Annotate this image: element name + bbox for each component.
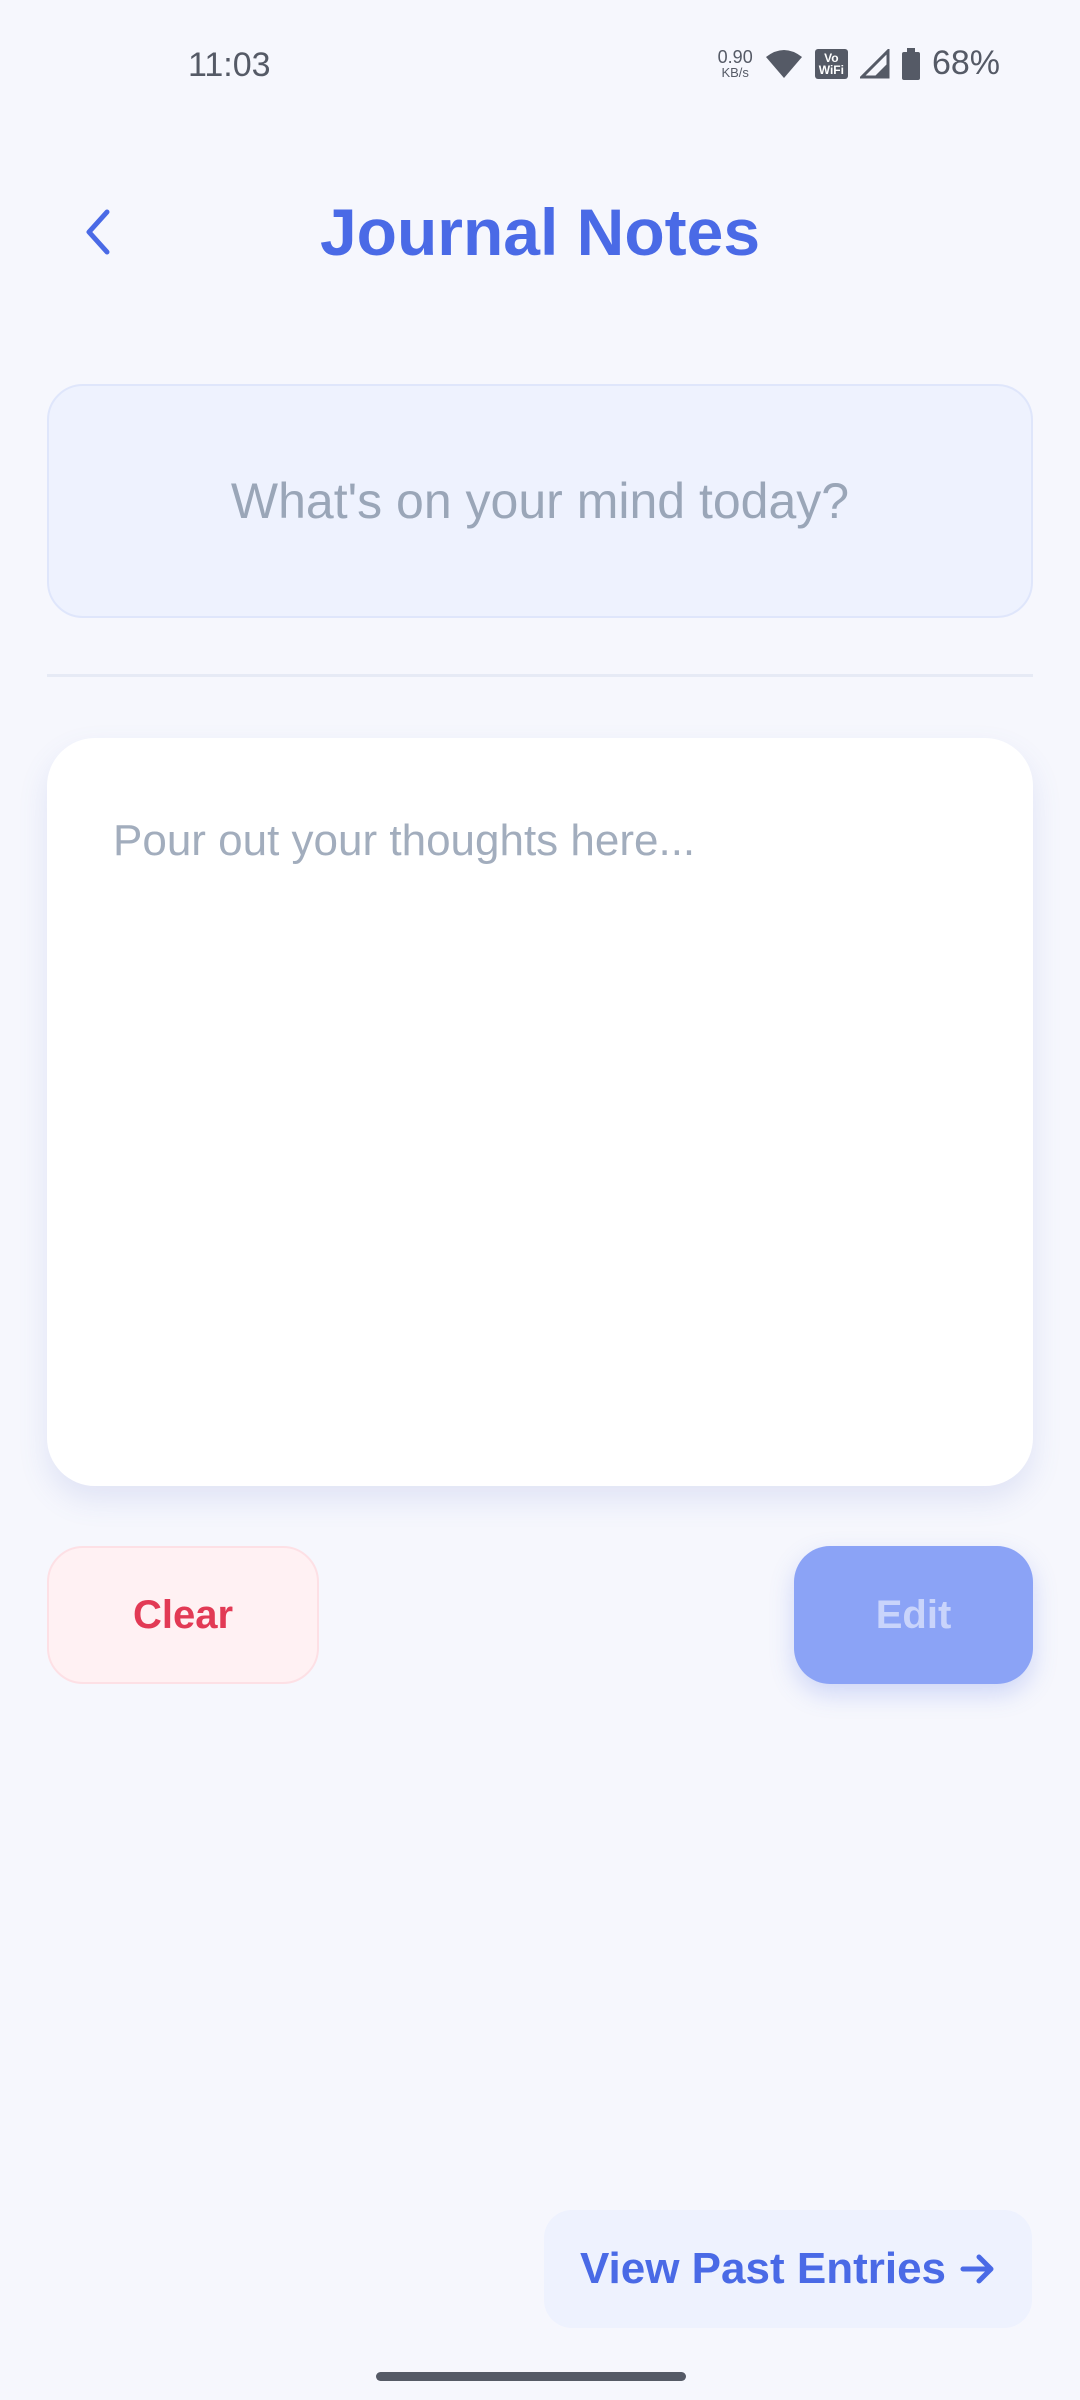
wifi-icon: [765, 49, 802, 78]
prompt-text: What's on your mind today?: [230, 473, 850, 529]
view-past-entries-button[interactable]: View Past Entries: [544, 2210, 1032, 2328]
edit-button[interactable]: Edit: [794, 1546, 1033, 1684]
battery-percentage: 68%: [931, 44, 1000, 82]
vowifi-icon: Vo WiFi: [814, 48, 848, 79]
network-speed-unit: KB/s: [721, 65, 749, 80]
network-speed-value: 0.90: [717, 47, 753, 67]
divider: [47, 674, 1033, 677]
network-speed: 0.90 KB/s: [718, 48, 753, 79]
status-icons: 0.90 KB/s Vo WiFi 68%: [718, 44, 1000, 83]
vowifi-top-text: Vo: [824, 50, 839, 65]
vowifi-bottom-text: WiFi: [818, 62, 844, 77]
battery-icon: [901, 47, 920, 80]
status-bar: 11:03 0.90 KB/s Vo WiFi 68%: [0, 0, 1080, 136]
arrow-right-icon: [960, 2254, 994, 2284]
journal-notes-screen: 11:03 0.90 KB/s Vo WiFi 68% Journal Note…: [0, 0, 1080, 2400]
view-past-entries-label: View Past Entries: [579, 2244, 947, 2293]
clear-button[interactable]: Clear: [47, 1546, 319, 1684]
cell-signal-icon: [859, 48, 890, 78]
home-indicator[interactable]: [376, 2372, 686, 2381]
journal-entry-card: [47, 738, 1033, 1486]
page-title: Journal Notes: [319, 195, 761, 269]
prompt-box: What's on your mind today?: [47, 384, 1033, 618]
journal-entry-input[interactable]: [113, 816, 973, 1416]
status-time: 11:03: [188, 46, 271, 84]
